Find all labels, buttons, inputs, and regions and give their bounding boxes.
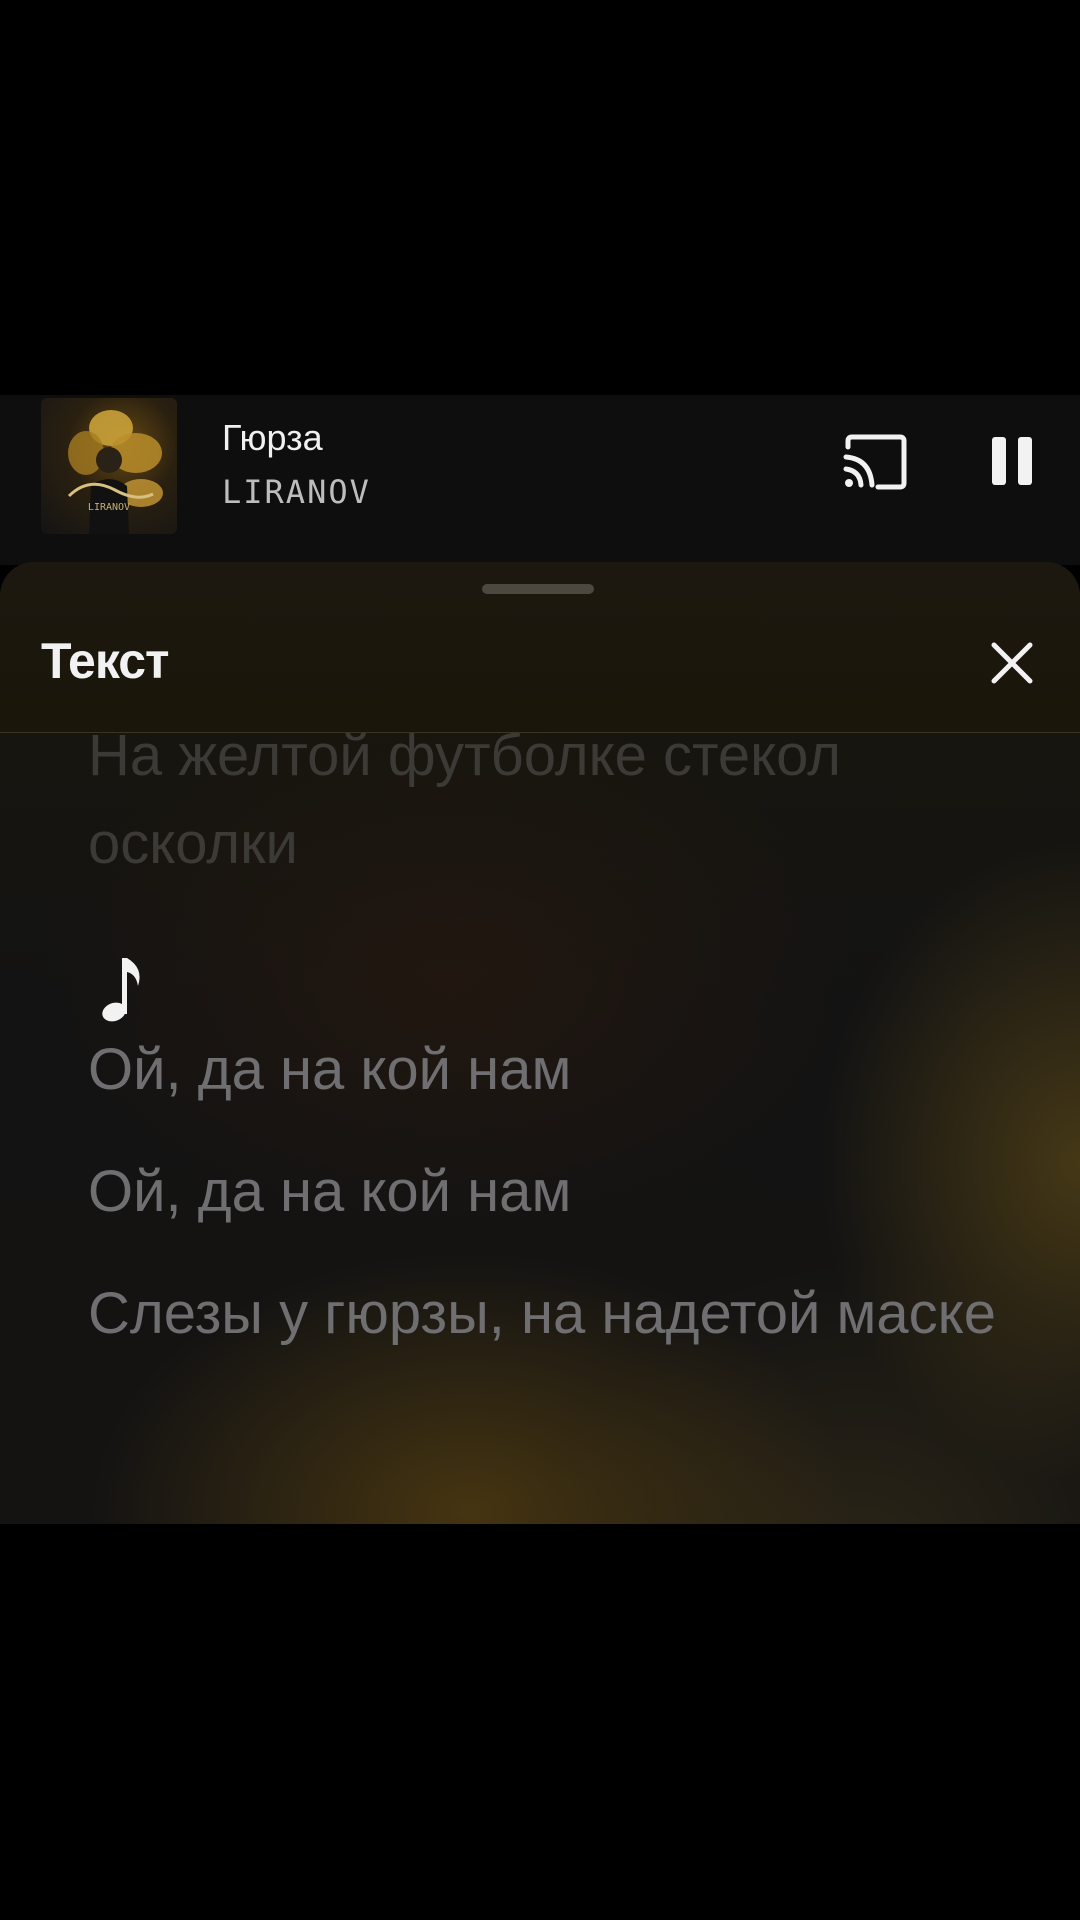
lyric-line[interactable]: Ой, да на кой нам bbox=[88, 1026, 1018, 1114]
lyric-line[interactable]: Ой, да на кой нам bbox=[88, 1148, 1018, 1236]
album-cover-artist: LIRANOV bbox=[88, 502, 130, 513]
now-playing-bar[interactable]: LIRANOV Гюрза LIRANOV bbox=[0, 395, 1080, 565]
pause-button[interactable] bbox=[990, 433, 1034, 489]
track-title[interactable]: Гюрза bbox=[222, 417, 323, 459]
lyric-line[interactable]: На желтой футболке стекол осколки bbox=[88, 712, 1018, 888]
close-icon bbox=[991, 642, 1033, 684]
album-cover-art: LIRANOV bbox=[67, 410, 163, 534]
lyrics-sheet-header: Текст bbox=[0, 562, 1080, 733]
lyrics-sheet[interactable]: Текст На желтой футболке стекол осколки … bbox=[0, 562, 1080, 1524]
lyrics-title: Текст bbox=[41, 633, 170, 689]
cast-button[interactable] bbox=[842, 433, 908, 491]
pause-icon-bar-right bbox=[1018, 437, 1032, 485]
close-button[interactable] bbox=[988, 639, 1036, 687]
album-cover[interactable]: LIRANOV bbox=[41, 398, 177, 534]
cast-icon bbox=[843, 434, 907, 490]
drag-handle[interactable] bbox=[482, 584, 594, 594]
track-artist[interactable]: LIRANOV bbox=[222, 473, 371, 511]
lyrics-list[interactable]: На желтой футболке стекол осколки ♪ Ой, … bbox=[88, 712, 1018, 1392]
lyric-line-note[interactable]: ♪ bbox=[88, 908, 1018, 996]
lyric-line[interactable]: Слезы у гюрзы, на надетой маске bbox=[88, 1270, 1018, 1358]
pause-icon-bar-left bbox=[992, 437, 1006, 485]
screen: LIRANOV Гюрза LIRANOV Текст На желтой фу… bbox=[0, 0, 1080, 1920]
